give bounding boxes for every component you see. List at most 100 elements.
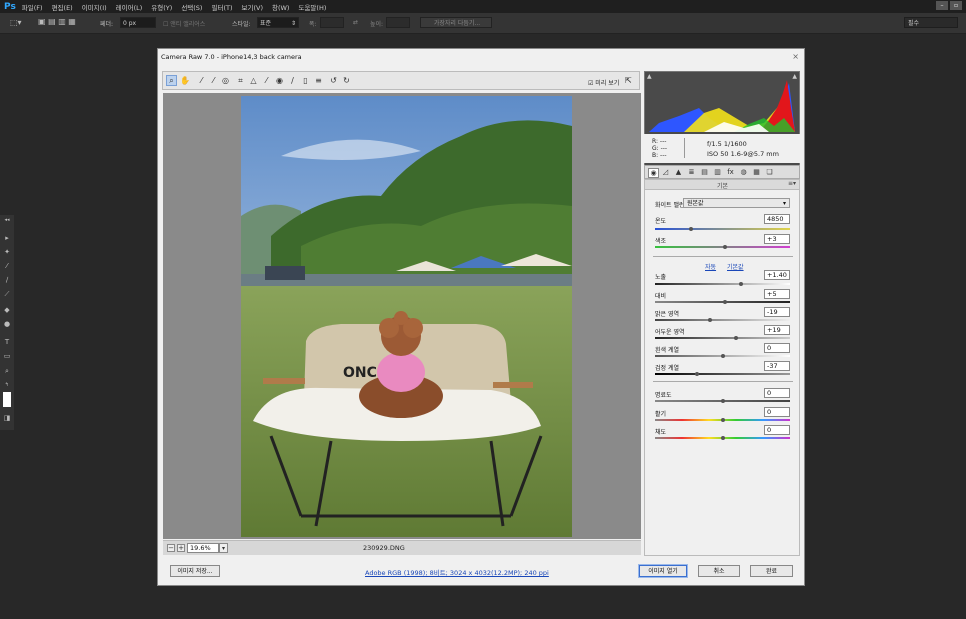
- preferences-icon[interactable]: ≡: [314, 76, 323, 85]
- menu-select[interactable]: 선택(S): [181, 2, 202, 12]
- color-swatch[interactable]: [3, 392, 11, 407]
- spot-removal-icon[interactable]: ⁄: [262, 76, 271, 85]
- tab-snapshots-icon[interactable]: ❏: [765, 168, 774, 176]
- chevron-down-icon[interactable]: ▾: [219, 543, 228, 553]
- selection-mode-icons[interactable]: ▣ ▤ ▥ ▦: [38, 17, 76, 26]
- temperature-value[interactable]: 4850: [764, 214, 790, 224]
- refine-edge-button[interactable]: 가장자리 다듬기...: [420, 17, 492, 28]
- fullscreen-icon[interactable]: ⇱: [625, 76, 635, 85]
- adjustment-brush-icon[interactable]: ∕: [288, 76, 297, 85]
- exposure-value[interactable]: +1.40: [764, 270, 790, 280]
- move-tool-icon[interactable]: ▸: [3, 235, 11, 242]
- vibrance-value[interactable]: 0: [764, 407, 790, 417]
- tab-hsl-icon[interactable]: ≣: [687, 168, 696, 176]
- history-brush-icon[interactable]: ⟋: [3, 291, 11, 298]
- rotate-left-icon[interactable]: ↺: [329, 76, 338, 85]
- crop-tool-icon[interactable]: ⌗: [236, 76, 245, 85]
- targeted-adjust-icon[interactable]: ◎: [221, 76, 230, 85]
- menu-edit[interactable]: 편집(E): [52, 2, 73, 12]
- preview-checkbox[interactable]: ☑ 미리 보기: [588, 78, 619, 87]
- color-sampler-icon[interactable]: ⁄: [209, 76, 218, 85]
- tab-lens-icon[interactable]: ▥: [713, 168, 722, 176]
- menu-type[interactable]: 유형(Y): [151, 2, 172, 12]
- type-tool-icon[interactable]: T: [3, 339, 11, 346]
- restore-icon[interactable]: ▫: [950, 1, 962, 10]
- swap-colors-icon[interactable]: ↰: [3, 382, 11, 388]
- brush-tool-icon[interactable]: ∕: [3, 277, 11, 284]
- tab-presets-icon[interactable]: ▦: [752, 168, 761, 176]
- eyedropper-icon[interactable]: ⁄: [3, 263, 11, 270]
- width-input[interactable]: [320, 17, 344, 28]
- cancel-button[interactable]: 취소: [698, 565, 740, 577]
- magic-wand-icon[interactable]: ✦: [3, 249, 11, 256]
- tint-value[interactable]: +3: [764, 234, 790, 244]
- preview-canvas[interactable]: ONC LIFE: [163, 93, 641, 539]
- blacks-value[interactable]: -37: [764, 361, 790, 371]
- antialias-checkbox[interactable]: ☐ 앤티 앨리어스: [163, 19, 205, 28]
- saturation-slider-thumb[interactable]: [720, 436, 725, 440]
- tab-basic-icon[interactable]: ◉: [648, 168, 659, 178]
- exposure-slider-thumb[interactable]: [739, 282, 744, 286]
- blacks-slider-thumb[interactable]: [694, 372, 699, 376]
- marquee-tool-icon[interactable]: ⬚▾: [10, 18, 22, 27]
- saturation-value[interactable]: 0: [764, 425, 790, 435]
- done-button[interactable]: 완료: [750, 565, 793, 577]
- straighten-icon[interactable]: △: [249, 76, 258, 85]
- tab-camera-calibration-icon[interactable]: ◍: [739, 168, 748, 176]
- tint-slider-thumb[interactable]: [723, 245, 728, 249]
- tab-effects-icon[interactable]: fx: [726, 168, 735, 176]
- clarity-slider-thumb[interactable]: [720, 399, 725, 403]
- whites-slider-thumb[interactable]: [720, 354, 725, 358]
- blacks-track[interactable]: [655, 373, 790, 375]
- highlights-track[interactable]: [655, 319, 790, 321]
- height-input[interactable]: [386, 17, 410, 28]
- shadows-track[interactable]: [655, 337, 790, 339]
- menu-filter[interactable]: 필터(T): [211, 2, 232, 12]
- hand-tool-icon[interactable]: ✋: [180, 76, 190, 85]
- open-image-button[interactable]: 이미지 열기: [638, 564, 688, 578]
- whites-value[interactable]: 0: [764, 343, 790, 353]
- menu-layer[interactable]: 레이어(L): [116, 2, 143, 12]
- shadows-value[interactable]: +19: [764, 325, 790, 335]
- zoom-level-field[interactable]: 19.6%: [187, 543, 219, 553]
- panel-menu-icon[interactable]: ≡▾: [788, 180, 796, 187]
- style-select[interactable]: 표준 ⇕: [257, 17, 299, 28]
- feather-input[interactable]: 0 px: [120, 17, 156, 28]
- clarity-value[interactable]: 0: [764, 388, 790, 398]
- menu-view[interactable]: 보기(V): [242, 2, 263, 12]
- menu-window[interactable]: 창(W): [272, 2, 289, 12]
- graduated-filter-icon[interactable]: ▯: [301, 76, 310, 85]
- zoom-out-button[interactable]: −: [167, 544, 175, 552]
- contrast-slider-thumb[interactable]: [723, 300, 728, 304]
- minimize-icon[interactable]: –: [936, 1, 948, 10]
- swap-icon[interactable]: ⇄: [353, 19, 358, 26]
- tab-detail-icon[interactable]: ▲: [674, 168, 683, 176]
- save-image-button[interactable]: 이미지 저장...: [170, 565, 220, 577]
- white-balance-icon[interactable]: ⁄: [197, 76, 206, 85]
- menu-help[interactable]: 도움말(H): [298, 2, 326, 12]
- exposure-track[interactable]: [655, 283, 790, 285]
- contrast-value[interactable]: +5: [764, 289, 790, 299]
- temperature-slider-thumb[interactable]: [689, 227, 694, 231]
- auto-link[interactable]: 자동: [705, 262, 716, 271]
- tab-split-toning-icon[interactable]: ▤: [700, 168, 709, 176]
- tab-tone-curve-icon[interactable]: ◿: [661, 168, 670, 176]
- zoom-tool-icon[interactable]: ⌕: [166, 75, 177, 86]
- close-icon[interactable]: ×: [792, 52, 799, 61]
- blur-tool-icon[interactable]: ●: [3, 321, 11, 328]
- quick-mask-icon[interactable]: ◨: [3, 415, 11, 422]
- rotate-right-icon[interactable]: ↻: [342, 76, 351, 85]
- workspace-select[interactable]: 필수: [904, 17, 958, 28]
- highlights-value[interactable]: -19: [764, 307, 790, 317]
- white-balance-select[interactable]: 원본값 ▾: [683, 198, 790, 208]
- menu-file[interactable]: 파일(F): [22, 2, 43, 12]
- red-eye-icon[interactable]: ◉: [275, 76, 284, 85]
- shadows-slider-thumb[interactable]: [734, 336, 738, 340]
- vibrance-slider-thumb[interactable]: [720, 418, 725, 422]
- workflow-options-link[interactable]: Adobe RGB (1998); 8비트; 3024 x 4032(12.2M…: [365, 567, 549, 577]
- paint-bucket-icon[interactable]: ◆: [3, 307, 11, 314]
- collapse-icon[interactable]: ◂◂: [3, 217, 11, 223]
- menu-image[interactable]: 이미지(I): [82, 2, 107, 12]
- zoom-tool-icon[interactable]: ⌕: [3, 368, 11, 375]
- shape-tool-icon[interactable]: ▭: [3, 353, 11, 360]
